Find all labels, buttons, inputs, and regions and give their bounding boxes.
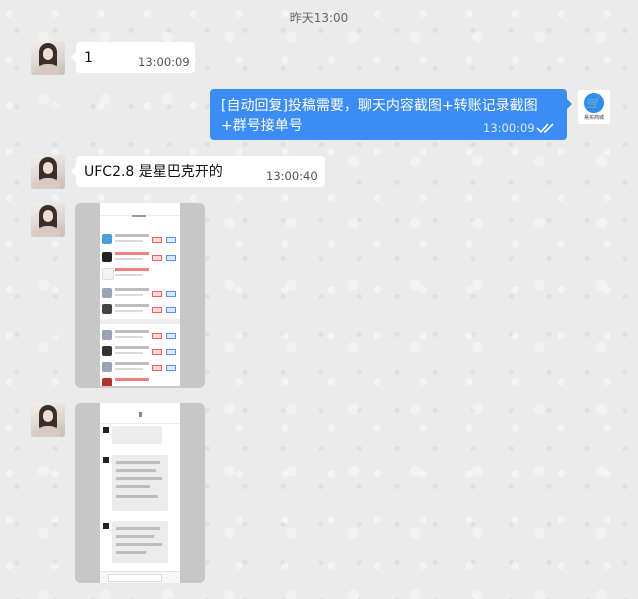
message-bubble[interactable]: 1 13:00:09 xyxy=(71,42,195,73)
image-message[interactable] xyxy=(75,403,205,583)
contact-avatar[interactable] xyxy=(31,203,65,237)
shop-avatar-caption: 易买商城 xyxy=(583,115,604,121)
contact-avatar[interactable] xyxy=(31,155,65,189)
message-time: 13:00:09 xyxy=(138,55,190,69)
image-message[interactable] xyxy=(75,203,205,388)
contact-avatar[interactable] xyxy=(31,403,65,437)
shop-avatar[interactable]: 🛒 易买商城 xyxy=(578,90,610,124)
screenshot-thumbnail xyxy=(100,203,180,386)
message-time: 13:00:09 xyxy=(483,121,535,135)
message-time: 13:00:40 xyxy=(266,169,318,183)
message-text: UFC2.8 是星巴克开的 xyxy=(84,164,223,180)
contact-avatar[interactable] xyxy=(31,41,65,75)
message-text-line-1: [自动回复]投稿需要，聊天内容截图+转账记录截图 xyxy=(221,98,538,114)
shopping-cart-icon: 🛒 xyxy=(584,93,604,113)
message-bubble[interactable]: UFC2.8 是星巴克开的 13:00:40 xyxy=(71,156,325,187)
double-check-icon xyxy=(536,123,554,134)
message-bubble[interactable]: [自动回复]投稿需要，聊天内容截图+转账记录截图 +群号接单号 13:00:09 xyxy=(210,89,572,140)
screenshot-thumbnail xyxy=(100,403,180,583)
message-text: 1 xyxy=(84,50,93,66)
message-text-line-2: +群号接单号 xyxy=(221,118,303,134)
time-divider: 昨天13:00 xyxy=(289,11,349,25)
